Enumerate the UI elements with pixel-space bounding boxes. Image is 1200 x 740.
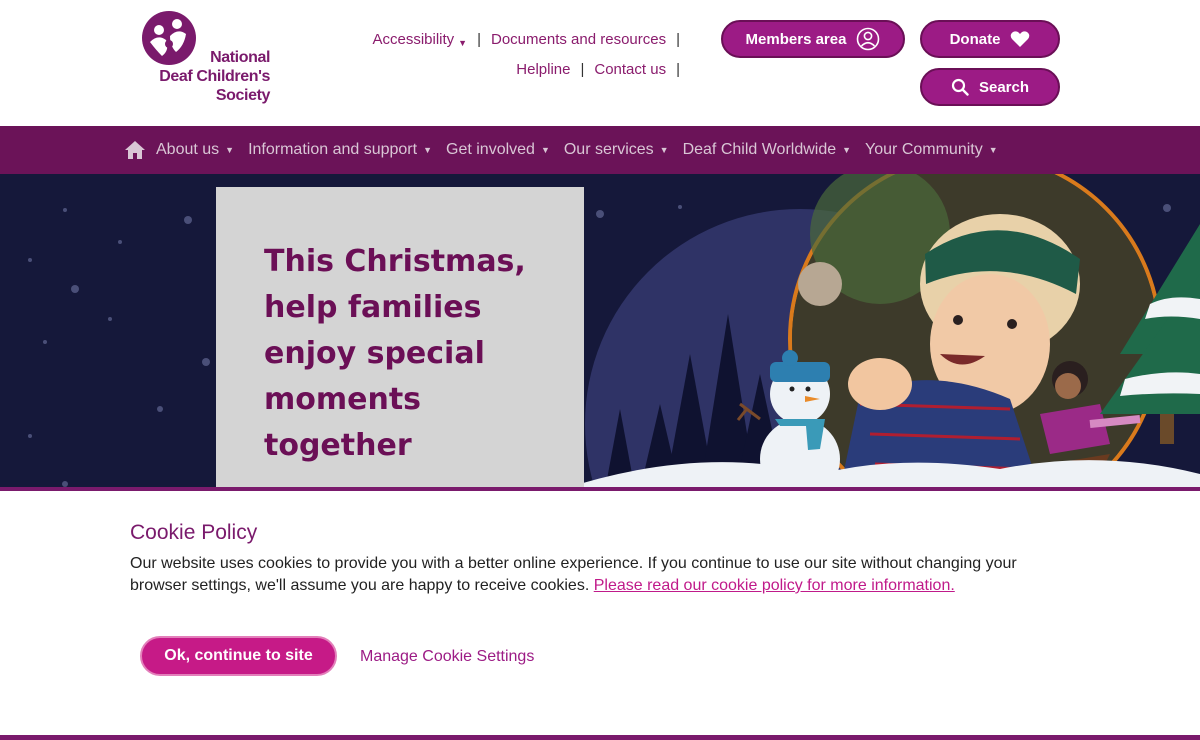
nav-item-your-community[interactable]: Your Community ▼ [865, 141, 998, 159]
nav-item-get-involved[interactable]: Get involved ▼ [446, 141, 550, 159]
nav-item-information-support[interactable]: Information and support ▼ [248, 141, 432, 159]
logo-wordmark: National Deaf Children's Society [146, 48, 270, 105]
manage-cookie-settings-link[interactable]: Manage Cookie Settings [360, 648, 534, 666]
chevron-down-icon: ▼ [423, 145, 432, 155]
helpline-link[interactable]: Helpline [506, 61, 580, 78]
cookie-banner: Cookie Policy Our website uses cookies t… [0, 487, 1200, 740]
cookie-policy-link[interactable]: Please read our cookie policy for more i… [594, 577, 955, 594]
heart-icon [1011, 31, 1030, 47]
user-icon [857, 27, 880, 51]
nav-item-label: Our services [563, 141, 654, 158]
cookie-text: Our website uses cookies to provide you … [130, 553, 1050, 597]
chevron-down-icon: ▼ [842, 145, 852, 155]
utility-links: Accessibility ▼ | Documents and resources… [340, 28, 680, 88]
utility-row-bottom: Helpline | Contact us | [506, 61, 680, 78]
donate-label: Donate [949, 30, 1001, 48]
logo-line-2: Deaf Children's [159, 68, 270, 85]
nav-item-label: Deaf Child Worldwide [682, 141, 837, 158]
nav-item-label: Get involved [446, 141, 535, 158]
home-icon[interactable] [124, 140, 146, 160]
nav-item-label: Information and support [248, 141, 418, 158]
accessibility-caret-icon: ▼ [458, 38, 468, 48]
accessibility-link[interactable]: Accessibility ▼ [362, 31, 477, 48]
documents-resources-link[interactable]: Documents and resources [481, 31, 676, 48]
chevron-down-icon: ▼ [540, 145, 550, 155]
nav-item-label: Your Community [865, 141, 983, 158]
util-separator: | [676, 31, 680, 48]
nav-item-our-services[interactable]: Our services ▼ [564, 141, 669, 159]
hero-title: This Christmas, help families enjoy spec… [264, 244, 526, 463]
logo-line-1: National [210, 49, 270, 66]
hero-text-card: This Christmas, help families enjoy spec… [216, 187, 584, 490]
site-header: National Deaf Children's Society Accessi… [0, 0, 1200, 126]
cookie-title: Cookie Policy [130, 521, 258, 544]
members-area-label: Members area [745, 30, 847, 48]
hero-illustration [28, 174, 1200, 490]
nav-item-label: About us [156, 141, 220, 158]
accessibility-label: Accessibility [372, 31, 455, 48]
nav-item-deaf-child-worldwide[interactable]: Deaf Child Worldwide ▼ [683, 141, 851, 159]
utility-row-top: Accessibility ▼ | Documents and resources… [362, 31, 680, 48]
members-area-button[interactable]: Members area [721, 20, 905, 58]
chevron-down-icon: ▼ [225, 145, 235, 155]
donate-button[interactable]: Donate [920, 20, 1060, 58]
logo-line-3: Society [215, 87, 271, 104]
util-separator: | [676, 61, 680, 78]
main-nav: About us ▼ Information and support ▼ Get… [0, 126, 1200, 174]
nav-item-about-us[interactable]: About us ▼ [156, 141, 234, 159]
ndcs-logo[interactable]: National Deaf Children's Society [140, 10, 270, 110]
chevron-down-icon: ▼ [659, 145, 669, 155]
search-icon [951, 78, 969, 96]
search-label: Search [978, 78, 1030, 96]
search-button[interactable]: Search [920, 68, 1060, 106]
chevron-down-icon: ▼ [988, 145, 998, 155]
ok-continue-button[interactable]: Ok, continue to site [140, 636, 337, 676]
hero-banner: This Christmas, help families enjoy spec… [0, 174, 1200, 490]
contact-us-link[interactable]: Contact us [584, 61, 676, 78]
